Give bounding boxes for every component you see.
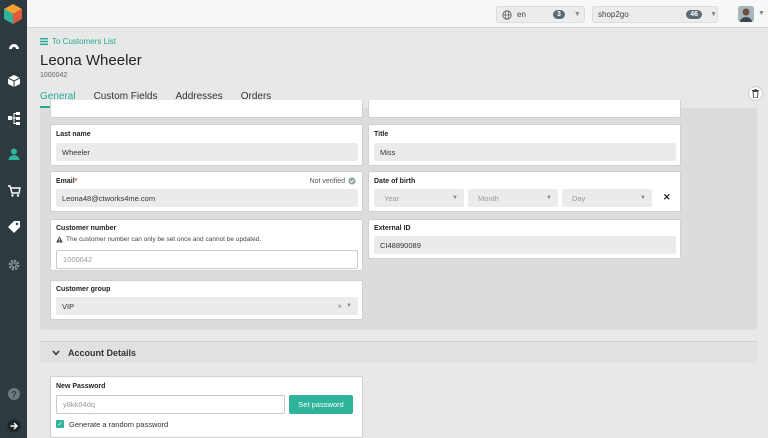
chevron-down-icon: ▼ <box>640 195 646 201</box>
svg-text:?: ? <box>11 390 17 400</box>
title-label: Title <box>374 131 389 138</box>
external-id-field[interactable]: CI48890089 <box>374 236 676 254</box>
card-partial-right <box>368 100 681 118</box>
email-label: Email* <box>56 178 77 185</box>
customer-number-card: Customer number The customer number can … <box>50 219 363 271</box>
shop-label: shop2go <box>598 10 629 19</box>
chevron-down-icon: ▼ <box>710 11 717 18</box>
user-menu-chevron-icon[interactable]: ▼ <box>758 10 765 17</box>
date-of-birth-label: Date of birth <box>374 178 416 185</box>
external-id-label: External ID <box>374 225 411 232</box>
delete-button[interactable] <box>748 86 763 101</box>
required-marker: * <box>74 178 78 185</box>
list-icon <box>40 38 48 45</box>
globe-icon <box>502 9 512 20</box>
dob-day-select[interactable]: Day ▼ <box>562 189 652 207</box>
last-name-label: Last name <box>56 131 91 138</box>
page-header: To Customers List Leona Wheeler 1000042 … <box>27 28 768 108</box>
date-of-birth-card: Date of birth Year ▼ Month ▼ Day ▼ ✕ <box>368 171 681 212</box>
set-password-button[interactable]: Set password <box>289 395 353 414</box>
back-link-label: To Customers List <box>52 37 117 46</box>
account-details-header[interactable]: Account Details <box>40 341 757 363</box>
cart-icon[interactable] <box>0 180 27 202</box>
email-field[interactable]: Leona48@ctworks4me.com <box>56 189 358 207</box>
warning-icon <box>56 236 63 243</box>
customer-number-note-text: The customer number can only be set once… <box>66 236 262 243</box>
tag-icon[interactable] <box>0 216 27 238</box>
external-id-card: External ID CI48890089 <box>368 219 681 259</box>
chevron-down-icon <box>52 350 60 356</box>
clear-icon[interactable]: × <box>337 302 342 311</box>
email-status-label: Not verified <box>309 177 345 185</box>
title-card: Title Miss <box>368 124 681 166</box>
card-partial-left <box>50 100 363 118</box>
chevron-down-icon: ▼ <box>546 195 552 201</box>
chevron-down-icon: ▼ <box>346 303 352 309</box>
dashboard-icon[interactable] <box>0 34 27 56</box>
chevron-down-icon: ▼ <box>452 195 458 201</box>
language-label: en <box>517 10 526 19</box>
new-password-label: New Password <box>56 383 106 390</box>
back-to-customers-link[interactable]: To Customers List <box>40 37 116 46</box>
help-icon[interactable]: ? <box>0 383 27 405</box>
trash-icon <box>752 89 759 98</box>
title-field[interactable]: Miss <box>374 143 676 161</box>
customer-group-select[interactable]: VIP × ▼ <box>56 297 358 315</box>
customer-id: 1000042 <box>40 72 68 79</box>
email-card: Email* Not verified Leona48@ctworks4me.c… <box>50 171 363 212</box>
customer-number-field[interactable]: 1000042 <box>56 250 358 269</box>
dob-month-select[interactable]: Month ▼ <box>468 189 558 207</box>
language-count-badge: 3 <box>553 10 565 19</box>
gear-icon[interactable] <box>0 254 27 276</box>
check-circle-icon <box>348 177 356 185</box>
avatar[interactable] <box>738 6 754 22</box>
last-name-card: Last name Wheeler <box>50 124 363 166</box>
top-bar: en 3 ▼ shop2go 46 ▼ ▼ <box>27 0 768 28</box>
email-label-text: Email <box>56 178 75 185</box>
customer-group-card: Customer group VIP × ▼ <box>50 280 363 320</box>
customer-number-note: The customer number can only be set once… <box>56 236 261 243</box>
customer-number-label: Customer number <box>56 225 117 232</box>
chevron-down-icon: ▼ <box>573 11 581 18</box>
shop-count-badge: 46 <box>686 10 703 19</box>
arrow-right-icon[interactable] <box>0 415 27 437</box>
random-password-checkbox[interactable]: ✓ <box>56 420 64 428</box>
clear-date-icon[interactable]: ✕ <box>663 192 671 203</box>
password-field[interactable]: y8kk04dq <box>56 395 285 414</box>
account-details-title: Account Details <box>68 347 137 358</box>
sidebar: ? <box>0 0 27 438</box>
email-status: Not verified <box>310 177 356 185</box>
language-switcher[interactable]: en 3 ▼ <box>496 6 585 23</box>
dob-year-select[interactable]: Year ▼ <box>374 189 464 207</box>
hierarchy-icon[interactable] <box>0 107 27 129</box>
user-icon[interactable] <box>0 143 27 165</box>
shop-switcher[interactable]: shop2go 46 ▼ <box>592 6 718 23</box>
page-title: Leona Wheeler <box>40 52 142 69</box>
dob-year-value: Year <box>384 193 400 203</box>
password-card: New Password y8kk04dq Set password ✓ Gen… <box>50 376 363 438</box>
dob-day-value: Day <box>572 193 586 203</box>
random-password-label: Generate a random password <box>69 420 169 429</box>
customer-group-label: Customer group <box>56 286 111 293</box>
last-name-field[interactable]: Wheeler <box>56 143 358 161</box>
customer-group-value: VIP <box>62 301 75 311</box>
app-logo <box>4 4 22 24</box>
dob-month-value: Month <box>478 193 499 203</box>
box-icon[interactable] <box>0 70 27 92</box>
